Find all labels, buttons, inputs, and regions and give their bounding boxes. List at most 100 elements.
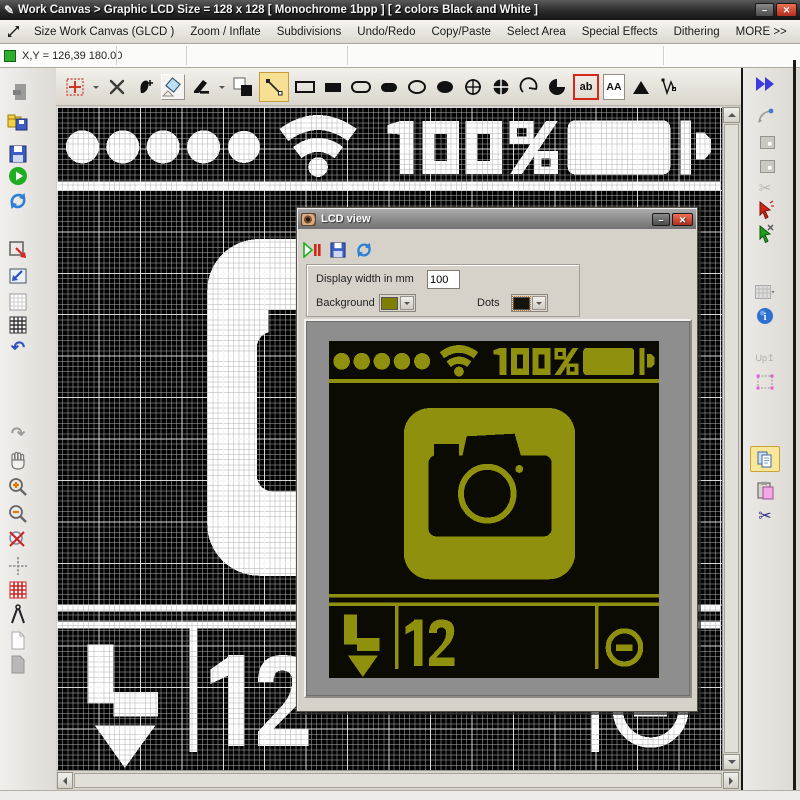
pen-tool-icon[interactable] — [189, 74, 213, 100]
ellipse-icon[interactable] — [405, 74, 429, 100]
curve-pen-icon[interactable] — [752, 104, 778, 128]
menu-copy-paste[interactable]: Copy/Paste — [423, 23, 498, 41]
menu-undo-redo[interactable]: Undo/Redo — [349, 23, 423, 41]
lcd-window-toolbar — [303, 238, 503, 262]
pan-hand-icon[interactable] — [5, 448, 31, 472]
pointer-red-icon[interactable] — [752, 198, 778, 222]
line-tool-icon[interactable] — [259, 72, 289, 102]
pen-dropdown-icon[interactable] — [217, 74, 227, 100]
resize-canvas-icon[interactable] — [5, 238, 31, 262]
cut-disabled-icon: ✂ — [752, 176, 778, 200]
cut-icon[interactable]: ✂ — [752, 504, 778, 528]
stamp-tool-icon[interactable] — [133, 74, 157, 100]
horizontal-scroll-thumb[interactable] — [74, 773, 722, 788]
dots-color-select[interactable] — [511, 294, 548, 312]
undo-icon[interactable]: ↶ — [5, 336, 31, 360]
menu-size-work-canvas[interactable]: Size Work Canvas (GLCD ) — [26, 23, 182, 41]
polyline-icon[interactable] — [657, 74, 681, 100]
import-image-icon[interactable] — [5, 265, 31, 289]
play-pause-icon[interactable] — [303, 242, 321, 258]
option-a-button[interactable] — [754, 130, 780, 154]
menu-more[interactable]: MORE >> — [728, 23, 795, 41]
scroll-right-icon[interactable] — [723, 772, 739, 789]
cursor-coordinates: X,Y = 126,39 180.00 — [22, 50, 122, 62]
lcd-view-window[interactable]: LCD view – ✕ Display width in mm Backgro… — [296, 207, 698, 712]
horizontal-scrollbar[interactable] — [57, 770, 740, 789]
background-color-select[interactable] — [379, 294, 416, 312]
arc-icon[interactable] — [517, 74, 541, 100]
new-page-icon[interactable] — [5, 628, 31, 652]
lcd-save-icon[interactable] — [330, 242, 346, 258]
coordinate-bar: X,Y = 126,39 180.00 — [0, 44, 800, 68]
info-icon[interactable]: i — [752, 304, 778, 328]
move-selection-icon[interactable] — [63, 74, 87, 100]
close-button[interactable]: ✕ — [776, 3, 797, 17]
filled-rounded-rectangle-icon[interactable] — [377, 74, 401, 100]
swap-colors-icon[interactable] — [231, 74, 255, 100]
zoom-in-icon[interactable] — [5, 475, 31, 499]
circle-cross-icon[interactable] — [461, 74, 485, 100]
save-icon[interactable] — [5, 142, 31, 166]
vertical-scrollbar[interactable] — [722, 107, 740, 770]
exit-icon[interactable] — [5, 80, 31, 104]
grid-dark-icon[interactable] — [5, 313, 31, 337]
menu-special-effects[interactable]: Special Effects — [574, 23, 666, 41]
option-b-button[interactable] — [754, 154, 780, 178]
lcd-close-button[interactable]: ✕ — [672, 213, 693, 226]
zoom-out-icon[interactable] — [5, 502, 31, 526]
left-toolbar: ↶ ↷ — [0, 68, 56, 790]
fast-forward-icon[interactable] — [752, 72, 778, 96]
lcd-window-title: LCD view — [321, 213, 650, 225]
minimize-button[interactable]: – — [755, 3, 774, 17]
measure-compass-icon[interactable] — [5, 602, 31, 626]
scroll-left-icon[interactable] — [57, 772, 73, 789]
menu-select-area[interactable]: Select Area — [499, 23, 574, 41]
menu-zoom-inflate[interactable]: Zoom / Inflate — [182, 23, 268, 41]
app-icon: ✎ — [0, 3, 18, 17]
grid-light-icon[interactable] — [5, 290, 31, 314]
app-title: Work Canvas > Graphic LCD Size = 128 x 1… — [18, 4, 753, 16]
paste-icon[interactable] — [752, 478, 778, 502]
zoom-off-icon[interactable] — [5, 528, 31, 552]
move-dropdown-icon[interactable] — [91, 74, 101, 100]
lcd-preview-bezel — [304, 319, 692, 698]
filled-pie-icon[interactable] — [545, 74, 569, 100]
display-width-label: Display width in mm — [316, 273, 414, 285]
rectangle-icon[interactable] — [293, 74, 317, 100]
menu-dithering[interactable]: Dithering — [666, 23, 728, 41]
marquee-icon[interactable] — [752, 370, 778, 394]
refresh-icon[interactable] — [5, 189, 31, 213]
copy-icon[interactable] — [750, 446, 780, 472]
filled-triangle-icon[interactable] — [629, 74, 653, 100]
scroll-up-icon[interactable] — [723, 107, 740, 123]
filled-ellipse-icon[interactable] — [433, 74, 457, 100]
delete-icon[interactable] — [105, 74, 129, 100]
chevron-down-icon[interactable] — [532, 296, 546, 310]
lcd-minimize-button[interactable]: – — [652, 213, 670, 226]
crosshair-icon[interactable] — [5, 554, 31, 578]
red-grid-icon[interactable] — [5, 578, 31, 602]
dots-color-swatch — [513, 297, 530, 310]
scroll-down-icon[interactable] — [723, 754, 740, 770]
lcd-refresh-icon[interactable] — [355, 241, 373, 259]
pointer-green-icon[interactable] — [752, 221, 778, 245]
page-filled-icon[interactable] — [5, 652, 31, 676]
lcd-window-titlebar[interactable]: LCD view – ✕ — [298, 209, 696, 229]
pattern-swatch-icon[interactable] — [752, 280, 778, 304]
menu-subdivisions[interactable]: Subdivisions — [269, 23, 350, 41]
svg-text:i: i — [764, 312, 767, 323]
redo-icon[interactable]: ↷ — [5, 422, 31, 446]
display-width-input[interactable] — [427, 270, 460, 289]
text-tool-icon[interactable]: ab — [573, 74, 599, 100]
filled-circle-cross-icon[interactable] — [489, 74, 513, 100]
status-footer — [0, 790, 800, 800]
font-tool-icon[interactable]: AA — [603, 74, 625, 100]
expand-icon[interactable] — [0, 25, 26, 38]
fill-bucket-icon[interactable] — [161, 74, 185, 100]
open-save-icon[interactable] — [5, 110, 31, 134]
chevron-down-icon[interactable] — [400, 296, 414, 310]
run-icon[interactable] — [5, 164, 31, 188]
filled-rectangle-icon[interactable] — [321, 74, 345, 100]
rounded-rectangle-icon[interactable] — [349, 74, 373, 100]
vertical-scroll-thumb[interactable] — [724, 124, 739, 753]
